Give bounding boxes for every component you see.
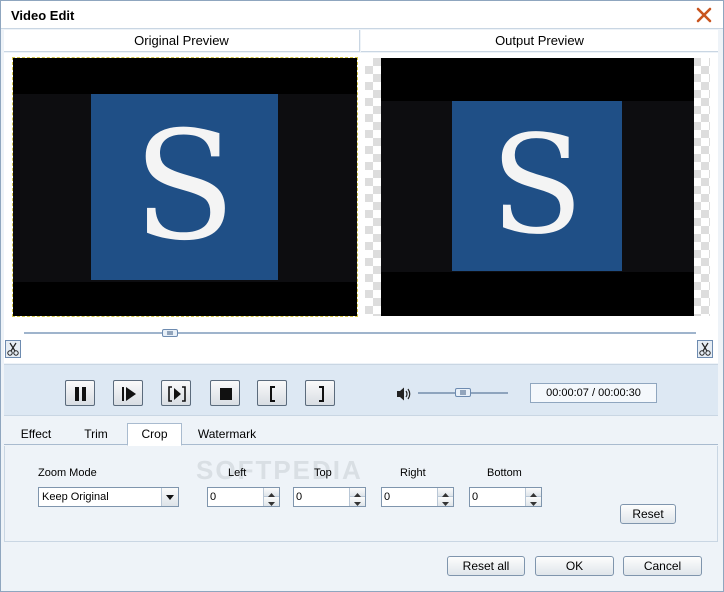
timeline-thumb[interactable] — [162, 329, 178, 337]
spin-up-icon[interactable] — [349, 488, 365, 497]
pause-button[interactable] — [65, 380, 95, 406]
bottom-spinbox[interactable] — [469, 487, 542, 507]
softpedia-watermark: SOFTPEDIA — [196, 455, 363, 485]
spin-down-icon[interactable] — [263, 497, 279, 506]
zoom-mode-select[interactable]: Keep Original — [38, 487, 179, 507]
right-input[interactable] — [384, 489, 436, 505]
mark-in-icon — [270, 386, 275, 402]
spin-down-icon[interactable] — [437, 497, 453, 506]
tab-trim[interactable]: Trim — [72, 424, 120, 446]
time-display: 00:00:07 / 00:00:30 — [530, 383, 657, 403]
original-preview-header: Original Preview — [4, 30, 360, 52]
left-spinbox[interactable] — [207, 487, 280, 507]
play-button[interactable] — [113, 380, 143, 406]
mark-out-button[interactable] — [305, 380, 335, 406]
window-title: Video Edit — [11, 8, 75, 23]
video-logo-output: S — [452, 101, 622, 271]
dropdown-arrow-icon — [161, 488, 178, 506]
bottom-label: Bottom — [487, 467, 522, 479]
spin-down-icon[interactable] — [525, 497, 541, 506]
step-forward-icon — [122, 387, 136, 401]
top-spinbox[interactable] — [293, 487, 366, 507]
tab-crop[interactable]: Crop — [127, 423, 182, 446]
left-input[interactable] — [210, 489, 262, 505]
spin-up-icon[interactable] — [437, 488, 453, 497]
reset-all-button[interactable]: Reset all — [447, 556, 525, 576]
timeline-track[interactable] — [24, 332, 696, 334]
left-label: Left — [228, 467, 247, 479]
close-icon[interactable] — [695, 6, 713, 24]
spin-up-icon[interactable] — [263, 488, 279, 497]
frame-step-icon — [168, 386, 186, 402]
original-preview-video[interactable]: S — [12, 57, 358, 317]
mark-out-icon — [319, 386, 324, 402]
scissors-icon[interactable] — [697, 340, 713, 358]
right-label: Right — [400, 467, 426, 479]
output-preview-video: S — [381, 58, 694, 316]
tab-watermark[interactable]: Watermark — [192, 424, 262, 446]
spin-down-icon[interactable] — [349, 497, 365, 506]
stop-icon — [220, 388, 232, 400]
title-bar: Video Edit — [1, 1, 723, 29]
bottom-input[interactable] — [472, 489, 524, 505]
cancel-button[interactable]: Cancel — [623, 556, 702, 576]
output-preview-header: Output Preview — [361, 30, 718, 52]
mark-in-button[interactable] — [257, 380, 287, 406]
video-logo-original: S — [91, 94, 278, 280]
next-frame-button[interactable] — [161, 380, 191, 406]
ok-button[interactable]: OK — [535, 556, 614, 576]
top-label: Top — [314, 467, 332, 479]
pause-icon — [75, 387, 86, 401]
zoom-mode-label: Zoom Mode — [38, 467, 97, 479]
spin-up-icon[interactable] — [525, 488, 541, 497]
reset-crop-button[interactable]: Reset — [620, 504, 676, 524]
volume-icon[interactable] — [396, 386, 412, 402]
top-input[interactable] — [296, 489, 348, 505]
scissors-icon[interactable] — [5, 340, 21, 358]
right-spinbox[interactable] — [381, 487, 454, 507]
tab-effect[interactable]: Effect — [12, 424, 60, 446]
stop-button[interactable] — [210, 380, 240, 406]
volume-slider-thumb[interactable] — [455, 388, 471, 397]
